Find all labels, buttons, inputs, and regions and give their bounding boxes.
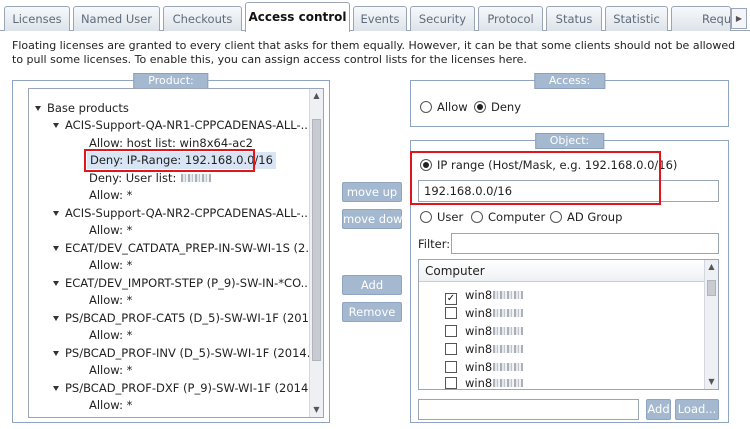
deny-radio[interactable]: Deny — [474, 100, 521, 114]
tree-rule-allow[interactable]: Allow: * — [89, 397, 132, 414]
checkbox-icon[interactable] — [445, 377, 457, 389]
user-radio[interactable]: User — [420, 210, 463, 224]
tree-rule-allow[interactable]: Allow: * — [89, 292, 132, 309]
tree-node-product[interactable]: ACIS-Support-QA-NR1-CPPCADENAS-ALL-... — [53, 117, 312, 134]
expand-arrow-icon[interactable] — [53, 386, 59, 391]
checkbox-icon[interactable] — [445, 343, 457, 355]
add-computer-button[interactable]: Add — [646, 399, 671, 420]
tree-rule-allow[interactable]: Allow: * — [89, 327, 132, 344]
list-item[interactable]: win8 — [445, 304, 524, 322]
object-group-title: Object: — [534, 133, 605, 149]
tab-security[interactable]: Security — [410, 6, 475, 31]
product-tree[interactable]: Base products ACIS-Support-QA-NR1-CPPCAD… — [28, 88, 324, 418]
checkbox-icon[interactable] — [445, 325, 457, 337]
radio-selected-icon[interactable] — [474, 101, 486, 113]
list-item[interactable]: win8 — [445, 340, 524, 358]
expand-arrow-icon[interactable] — [35, 106, 41, 111]
tree-node-product[interactable]: PS/BCAD_PROF-DXF (P_9)-SW-WI-1F (2014... — [53, 380, 319, 397]
checkbox-icon[interactable] — [445, 361, 457, 373]
radio-icon[interactable] — [420, 101, 432, 113]
blurred-computer-name — [493, 309, 524, 317]
info-text: Floating licenses are granted to every c… — [12, 39, 736, 66]
tab-bar: Licenses Named User Checkouts Access con… — [0, 0, 750, 32]
tree-scroll-thumb[interactable] — [312, 119, 321, 361]
list-scrollbar[interactable]: ▲ ▼ — [704, 260, 718, 389]
blurred-computer-name — [493, 345, 524, 353]
radio-icon[interactable] — [550, 211, 562, 223]
tree-node-product[interactable]: PS/BCAD_PROF-CAT5 (D_5)-SW-WI-1F (201... — [53, 310, 320, 327]
product-group-title: Product: — [133, 73, 209, 89]
tab-requ[interactable]: Requ — [671, 6, 731, 31]
scroll-down-icon[interactable]: ▼ — [705, 375, 718, 389]
tree-node-product[interactable]: ACIS-Support-QA-NR2-CPPCADENAS-ALL-... — [53, 205, 312, 222]
highlight-selected-rule — [84, 149, 255, 172]
list-scroll-thumb[interactable] — [707, 280, 716, 296]
tab-named-user[interactable]: Named User — [73, 6, 160, 31]
tree-scrollbar[interactable]: ▲ ▼ — [309, 89, 323, 417]
tree-rule-deny-user[interactable]: Deny: User list: — [89, 170, 212, 187]
scroll-up-icon[interactable]: ▲ — [310, 89, 323, 103]
blurred-computer-name — [493, 379, 524, 387]
expand-arrow-icon[interactable] — [53, 316, 59, 321]
expand-arrow-icon[interactable] — [53, 281, 59, 286]
filter-label: Filter: — [418, 237, 451, 251]
remove-rule-button[interactable]: Remove — [342, 302, 402, 322]
tree-rule-allow[interactable]: Allow: * — [89, 222, 132, 239]
radio-icon[interactable] — [420, 211, 432, 223]
tab-statistic[interactable]: Statistic — [605, 6, 668, 31]
tree-node-product[interactable]: ECAT/DEV_CATDATA_PREP-IN-SW-WI-1S (2... — [53, 240, 316, 257]
scroll-down-icon[interactable]: ▼ — [310, 403, 323, 417]
tab-checkouts[interactable]: Checkouts — [163, 6, 242, 31]
list-item[interactable]: win8 — [445, 322, 524, 340]
blurred-computer-name — [493, 291, 524, 299]
tree-node-product[interactable]: ECAT/DEV_IMPORT-STEP (P_9)-SW-IN-*CO... — [53, 275, 312, 292]
tree-rule-allow[interactable]: Allow: * — [89, 187, 132, 204]
tree-rule-allow[interactable]: Allow: * — [89, 362, 132, 379]
tab-access-control[interactable]: Access control — [245, 2, 350, 32]
blurred-computer-name — [493, 327, 524, 335]
filter-input[interactable] — [451, 233, 719, 254]
tab-scroll-right-icon[interactable]: ▶ — [731, 8, 747, 29]
tab-protocol[interactable]: Protocol — [478, 6, 543, 31]
list-item[interactable]: win8 — [445, 374, 524, 389]
scroll-up-icon[interactable]: ▲ — [705, 260, 718, 274]
allow-radio[interactable]: Allow — [420, 100, 468, 114]
move-down-button[interactable]: move down — [342, 209, 410, 229]
add-computer-input[interactable] — [418, 399, 639, 420]
computer-radio[interactable]: Computer — [471, 210, 545, 224]
expand-arrow-icon[interactable] — [53, 351, 59, 356]
tab-licenses[interactable]: Licenses — [4, 6, 70, 31]
access-group-title: Access: — [533, 73, 606, 89]
load-button[interactable]: Load... — [675, 399, 719, 420]
tree-node-product[interactable]: PS/BCAD_PROF-INV (D_5)-SW-WI-1F (2014... — [53, 345, 318, 362]
blurred-computer-name — [493, 363, 524, 371]
ad-group-radio[interactable]: AD Group — [550, 210, 622, 224]
expand-arrow-icon[interactable] — [53, 246, 59, 251]
tree-rule-allow[interactable]: Allow: * — [89, 257, 132, 274]
add-rule-button[interactable]: Add — [342, 275, 402, 295]
checkbox-icon[interactable] — [445, 307, 457, 319]
tree-node-base-products[interactable]: Base products — [35, 100, 129, 117]
tab-events[interactable]: Events — [353, 6, 407, 31]
expand-arrow-icon[interactable] — [53, 123, 59, 128]
computer-list[interactable]: Computer ✓ win8 win8 win8 win8 win8 win8 … — [418, 259, 719, 390]
list-item[interactable]: ✓ win8 — [445, 286, 524, 305]
expand-arrow-icon[interactable] — [53, 211, 59, 216]
tab-status[interactable]: Status — [546, 6, 602, 31]
blurred-user-list — [181, 174, 212, 182]
radio-icon[interactable] — [471, 211, 483, 223]
column-header-computer[interactable]: Computer — [419, 260, 705, 282]
highlight-ip-range — [410, 151, 661, 205]
move-up-button[interactable]: move up — [342, 182, 402, 202]
